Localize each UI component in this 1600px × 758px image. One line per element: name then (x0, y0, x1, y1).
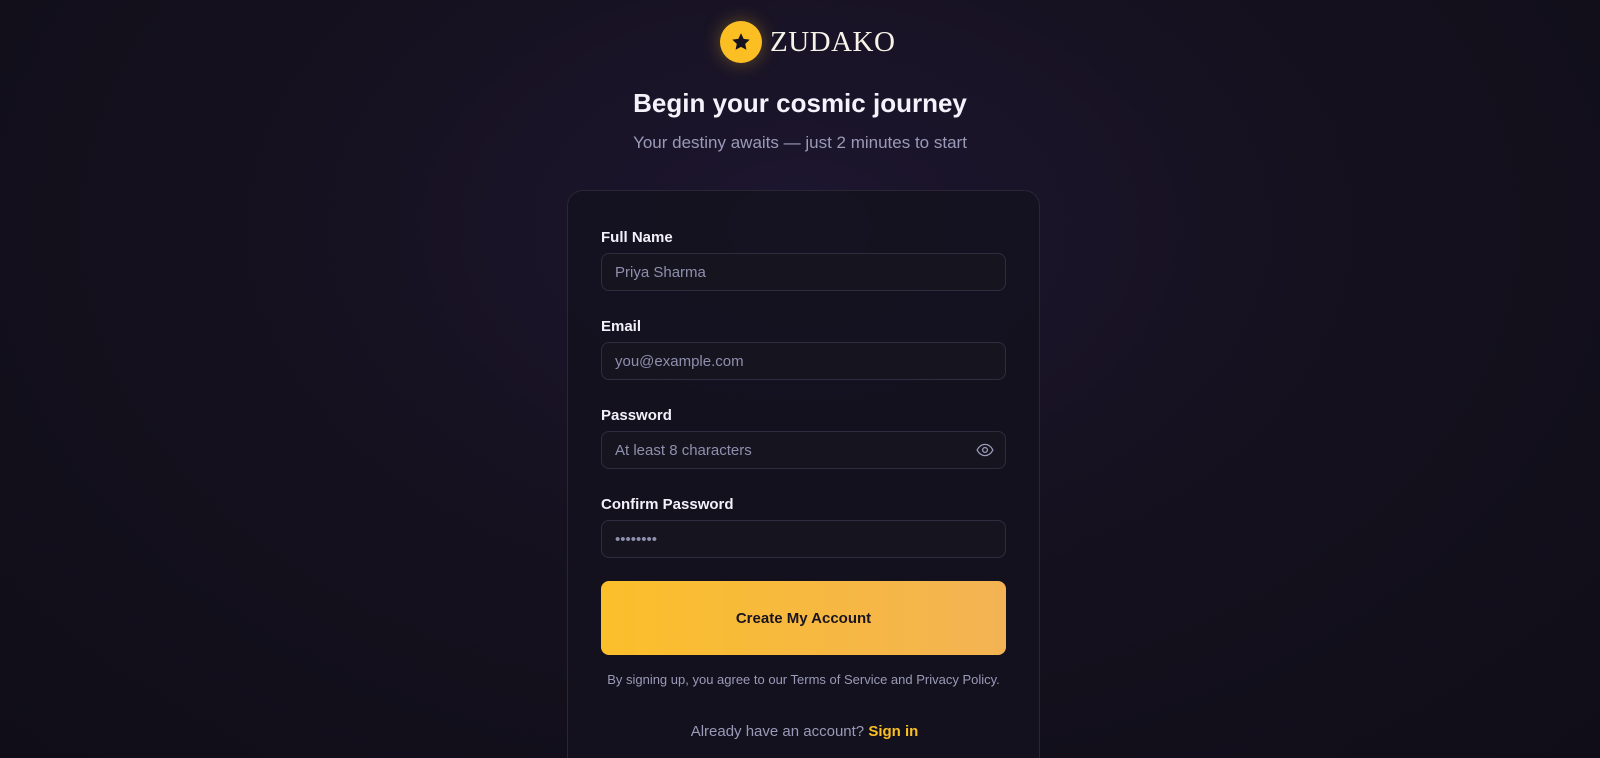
brand-name: ZUDAKO (770, 25, 896, 58)
password-label: Password (601, 407, 672, 424)
confirm-password-field-group: Confirm Password (601, 496, 1006, 558)
confirm-password-input[interactable] (601, 520, 1006, 558)
confirm-password-label: Confirm Password (601, 496, 734, 513)
eye-icon[interactable] (976, 442, 994, 458)
email-input[interactable] (601, 342, 1006, 380)
page-title: Begin your cosmic journey (633, 88, 967, 118)
password-field-group: Password (601, 407, 1006, 469)
signin-link[interactable]: Sign in (868, 723, 918, 740)
create-account-button[interactable]: Create My Account (601, 581, 1006, 655)
email-label: Email (601, 318, 642, 335)
full-name-field-group: Full Name (601, 229, 1006, 291)
full-name-label: Full Name (601, 229, 673, 246)
signup-page: ZUDAKO Begin your cosmic journey Your de… (0, 0, 1600, 758)
signin-row: Already have an account? Sign in (568, 723, 1041, 740)
password-input[interactable] (601, 431, 1006, 469)
signin-prompt: Already have an account? (690, 723, 865, 740)
full-name-input[interactable] (601, 253, 1006, 291)
terms-notice: By signing up, you agree to our Terms of… (607, 672, 1000, 687)
brand-logo: ZUDAKO (720, 21, 895, 63)
page-subtitle: Your destiny awaits — just 2 minutes to … (633, 133, 967, 152)
star-icon (720, 21, 762, 63)
email-field-group: Email (601, 318, 1006, 380)
signup-card: Full Name Email Password (567, 190, 1040, 758)
